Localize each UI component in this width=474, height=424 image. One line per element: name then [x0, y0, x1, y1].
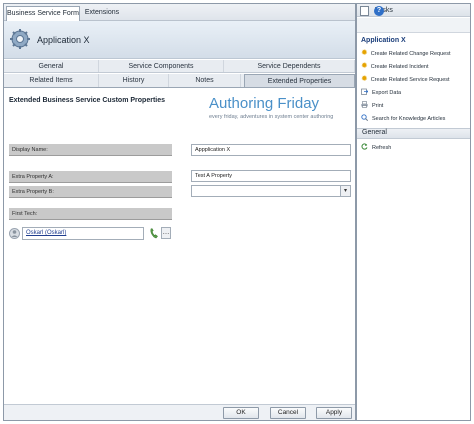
extra-property-b-label: Extra Property B: [9, 186, 172, 198]
task-search-knowledge-articles[interactable]: Search for Knowledge Articles [361, 114, 445, 124]
display-name-label: Display Name: [9, 144, 172, 156]
task-label: Refresh [372, 145, 392, 151]
task-label: Create Related Incident [370, 64, 429, 70]
display-name-field[interactable]: Appplication X [191, 144, 351, 156]
first-tech-user-picker[interactable]: Oskarl (Oskarl) [22, 227, 144, 240]
business-service-form-window: Business Service Form Extensions Applica… [3, 3, 356, 421]
tab-history[interactable]: History [99, 74, 169, 87]
brand-title: Authoring Friday [209, 95, 320, 112]
export-icon [361, 88, 368, 95]
tab-extensions[interactable]: Extensions [82, 6, 122, 21]
extended-properties-panel: Extended Business Service Custom Propert… [4, 89, 355, 404]
task-create-related-change-request[interactable]: ✹ Create Related Change Request [361, 49, 451, 59]
search-icon [361, 114, 368, 121]
sub-tab-row-1: General Service Components Service Depen… [4, 60, 355, 73]
tab-service-components[interactable]: Service Components [99, 60, 224, 72]
task-icon: ✹ [361, 48, 368, 57]
task-label: Print [372, 103, 384, 109]
form-footer: OK Cancel Apply [4, 404, 355, 420]
properties-icon[interactable] [360, 6, 369, 16]
task-create-related-service-request[interactable]: ✹ Create Related Service Request [361, 75, 450, 85]
task-group-title: Application X [361, 37, 406, 44]
task-label: Export Data [372, 90, 402, 96]
tab-extended-properties[interactable]: Extended Properties [244, 74, 355, 87]
first-tech-label: First Tech: [9, 208, 172, 220]
task-icon: ✹ [361, 61, 368, 70]
cancel-button[interactable]: Cancel [270, 407, 306, 419]
browse-button[interactable]: … [161, 227, 171, 239]
tab-service-dependents[interactable]: Service Dependents [224, 60, 355, 72]
top-tab-strip: Business Service Form Extensions [4, 4, 355, 21]
extra-property-a-label: Extra Property A: [9, 171, 172, 183]
section-title: Extended Business Service Custom Propert… [9, 97, 165, 104]
task-print[interactable]: Print [361, 101, 383, 111]
tasks-toolbar [357, 18, 470, 33]
general-section-title: General [362, 129, 387, 136]
tab-notes[interactable]: Notes [169, 74, 241, 87]
task-refresh[interactable]: Refresh [361, 143, 391, 153]
user-icon [9, 228, 20, 239]
task-icon: ✹ [361, 74, 368, 83]
chevron-down-icon[interactable]: ▾ [340, 186, 350, 196]
extra-property-b-dropdown[interactable]: ▾ [191, 185, 351, 197]
brand-subtitle: every friday, adventures in system cente… [209, 114, 334, 120]
printer-icon [361, 101, 368, 108]
tab-related-items[interactable]: Related Items [4, 74, 99, 87]
apply-button[interactable]: Apply [316, 407, 352, 419]
gear-icon [10, 29, 30, 49]
task-label: Create Related Service Request [370, 77, 450, 83]
page-title: Application X [37, 35, 90, 45]
tab-general[interactable]: General [4, 60, 99, 72]
refresh-icon [361, 143, 368, 150]
form-header: Application X [4, 21, 355, 59]
phone-icon[interactable] [149, 228, 159, 239]
first-tech-user-link[interactable]: Oskarl (Oskarl) [26, 230, 66, 236]
task-export-data[interactable]: Export Data [361, 88, 401, 98]
sub-tab-row-2: Related Items History Notes Extended Pro… [4, 74, 355, 88]
extra-property-a-field[interactable]: Test A Property [191, 170, 351, 182]
task-create-related-incident[interactable]: ✹ Create Related Incident [361, 62, 429, 72]
tab-business-service-form[interactable]: Business Service Form [6, 6, 80, 21]
ok-button[interactable]: OK [223, 407, 259, 419]
task-label: Search for Knowledge Articles [372, 116, 446, 122]
tasks-pane: > Tasks ? Application X ✹Create Related … [356, 3, 471, 421]
help-icon[interactable]: ? [374, 6, 384, 16]
task-label: Create Related Change Request [370, 51, 451, 57]
